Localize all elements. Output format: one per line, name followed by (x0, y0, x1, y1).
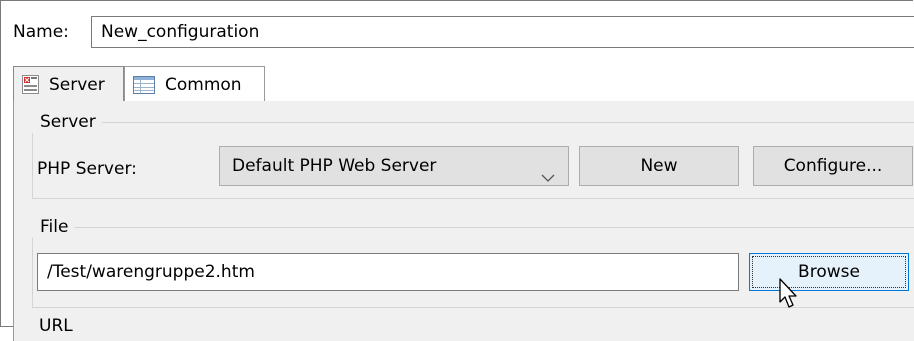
php-server-label: PHP Server: (37, 159, 137, 179)
name-label: Name: (13, 22, 69, 42)
tab-server-label: Server (49, 74, 105, 95)
mouse-pointer-icon (779, 278, 801, 314)
browse-button[interactable]: Browse (749, 253, 909, 291)
server-icon (22, 75, 39, 94)
tab-common-label: Common (165, 74, 242, 95)
tab-common[interactable]: Common (124, 66, 265, 102)
launch-configuration-dialog: Name: New_configuration Server Common Se… (0, 0, 914, 341)
url-group-title: URL (39, 316, 73, 336)
tab-strip: Server Common (1, 66, 914, 102)
table-icon (133, 75, 155, 94)
file-path-input[interactable]: /Test/warengruppe2.htm (37, 253, 739, 291)
file-group-title: File (32, 216, 75, 238)
chevron-down-icon (540, 160, 556, 182)
configure-server-button[interactable]: Configure... (753, 146, 913, 186)
new-server-button[interactable]: New (579, 146, 739, 186)
configuration-name-input[interactable]: New_configuration (91, 16, 914, 48)
server-group-title: Server (32, 111, 102, 133)
php-server-select[interactable]: Default PHP Web Server (219, 146, 569, 186)
php-server-select-value: Default PHP Web Server (232, 156, 437, 176)
tab-server[interactable]: Server (13, 66, 124, 102)
